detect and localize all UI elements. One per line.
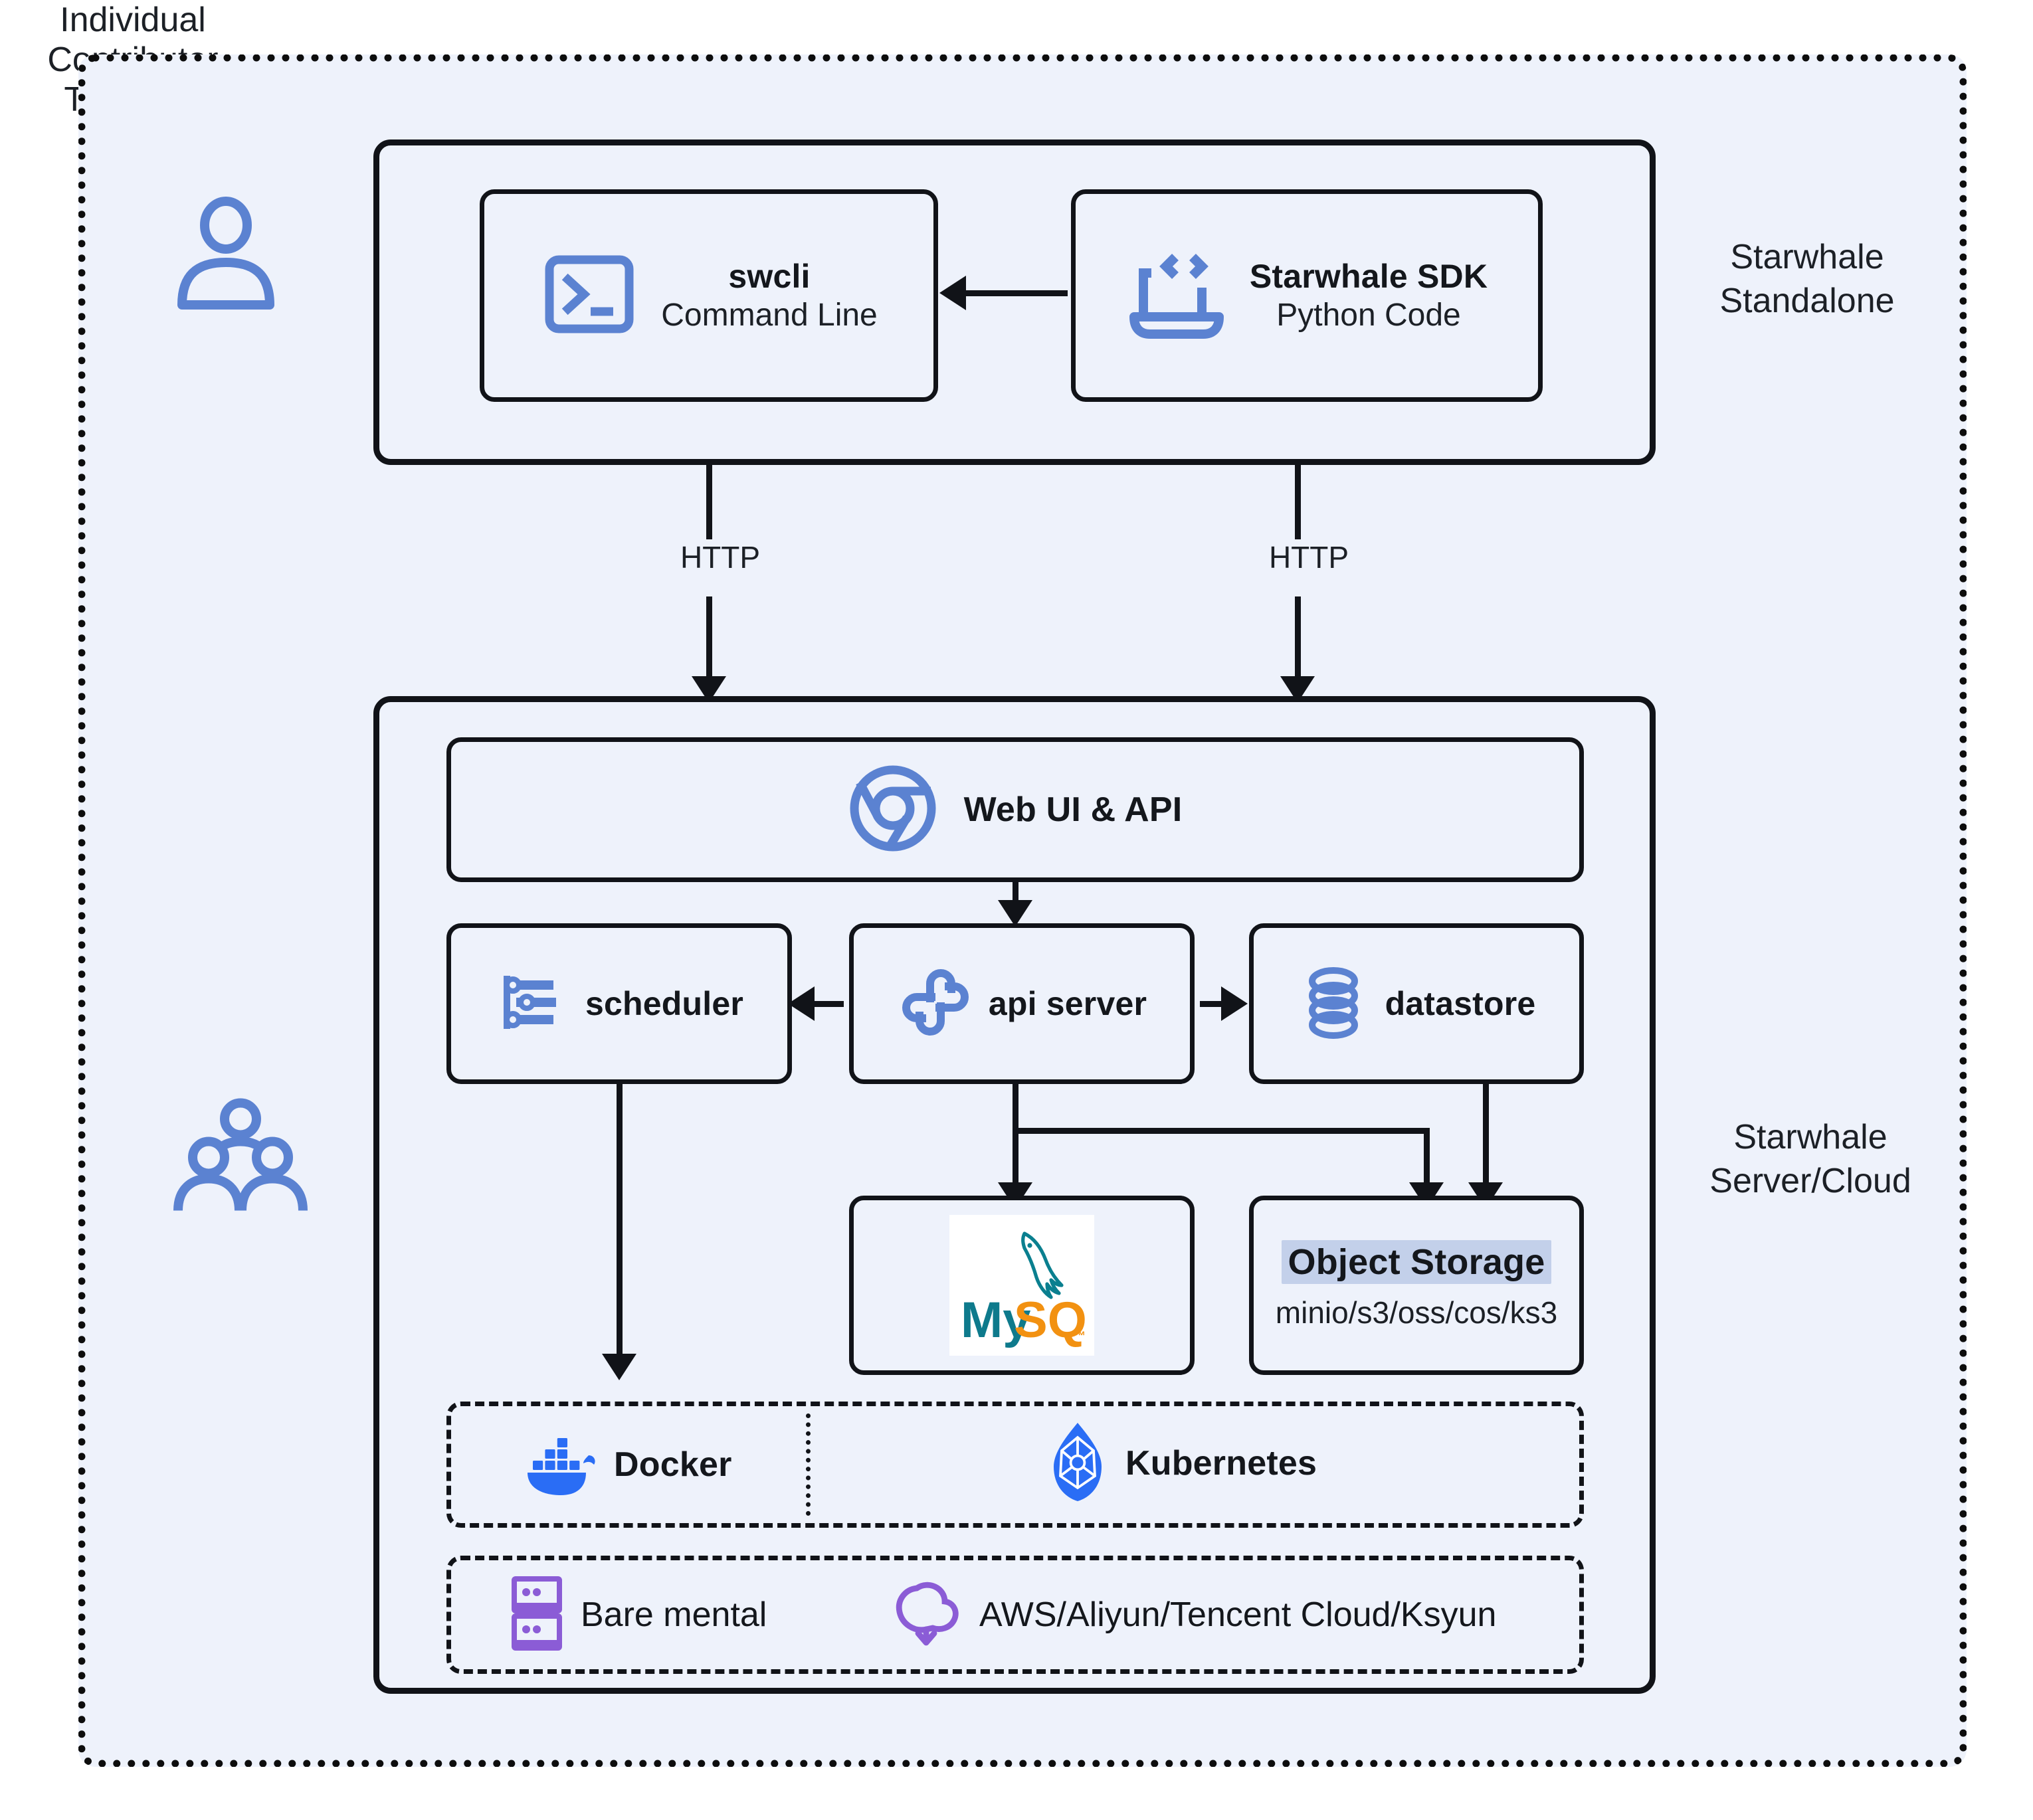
node-title-datastore: datastore [1385,985,1536,1022]
node-object-storage[interactable]: Object Storage minio/s3/oss/cos/ks3 [1249,1196,1584,1375]
node-swcli[interactable]: swcli Command Line [480,189,938,402]
edge-swcli-http-lower [706,596,712,682]
edge-api-to-scheduler-arrowhead [788,986,815,1021]
node-mysql[interactable]: My SQL ™ [849,1196,1195,1375]
edge-web-to-api-arrowhead [998,900,1032,927]
node-cloud-providers[interactable]: AWS/Aliyun/Tencent Cloud/Ksyun [890,1576,1496,1654]
node-api-server[interactable]: api server [849,923,1195,1084]
node-title-object-storage: Object Storage [1281,1240,1552,1284]
edge-api-to-mysql [1013,1084,1018,1197]
edge-api-to-datastore-arrowhead [1221,986,1248,1021]
node-kubernetes[interactable]: Kubernetes [1043,1421,1317,1506]
node-bare-metal[interactable]: Bare mental [506,1576,767,1654]
node-scheduler[interactable]: scheduler [446,923,792,1084]
sliders-icon [495,965,569,1043]
mysql-logo: My SQL ™ [949,1215,1094,1356]
node-title-bare-metal: Bare mental [581,1595,767,1634]
people-group-icon [165,1096,318,1219]
node-title-api-server: api server [988,985,1147,1022]
node-title-swcli: swcli [728,258,811,296]
node-subtitle-starwhale-sdk: Python Code [1276,298,1461,333]
kubernetes-icon [1043,1421,1112,1506]
node-title-cloud-providers: AWS/Aliyun/Tencent Cloud/Ksyun [979,1595,1497,1634]
docker-icon [525,1429,599,1501]
edge-sdk-http-upper [1295,465,1301,551]
person-icon [153,196,299,316]
edge-scheduler-to-docker [617,1084,623,1363]
edge-sdk-to-swcli [965,290,1068,296]
node-web-ui-api[interactable]: Web UI & API [446,737,1584,882]
node-title-web-ui-api: Web UI & API [963,790,1183,829]
node-title-kubernetes: Kubernetes [1125,1444,1317,1483]
edge-scheduler-to-docker-arrowhead [602,1354,636,1380]
edge-swcli-http-upper [706,465,712,551]
svg-text:™: ™ [1074,1329,1086,1342]
node-subtitle-swcli: Command Line [661,298,878,333]
node-docker[interactable]: Docker [525,1428,732,1501]
edge-sdk-http-lower [1295,596,1301,682]
server-rack-icon [506,1575,567,1655]
edge-api-to-objectstorage-h [1013,1128,1430,1134]
node-subtitle-object-storage: minio/s3/oss/cos/ks3 [1275,1295,1558,1330]
cloud-arrow-icon [890,1578,963,1653]
diagram-canvas: Starwhale Standalone Starwhale Server/Cl… [0,0,2033,1820]
edge-sdk-to-swcli-arrowhead [939,276,966,310]
api-link-icon [897,964,974,1044]
edge-datastore-to-objectstorage [1483,1084,1489,1197]
zone-label-server-cloud: Starwhale Server/Cloud [1709,1118,1911,1200]
node-datastore[interactable]: datastore [1249,923,1584,1084]
edge-label-http-right: HTTP [1223,539,1395,575]
chrome-browser-icon [848,764,937,856]
node-title-scheduler: scheduler [585,985,743,1022]
zone-label-standalone: Starwhale Standalone [1719,238,1895,320]
terminal-icon [540,245,638,347]
runtime-divider [806,1413,811,1516]
edge-label-http-left: HTTP [634,539,806,575]
database-stack-icon [1298,965,1369,1043]
laptop-code-icon [1126,245,1227,347]
node-starwhale-sdk[interactable]: Starwhale SDK Python Code [1071,189,1543,402]
node-title-starwhale-sdk: Starwhale SDK [1249,258,1488,296]
node-title-docker: Docker [614,1445,732,1484]
